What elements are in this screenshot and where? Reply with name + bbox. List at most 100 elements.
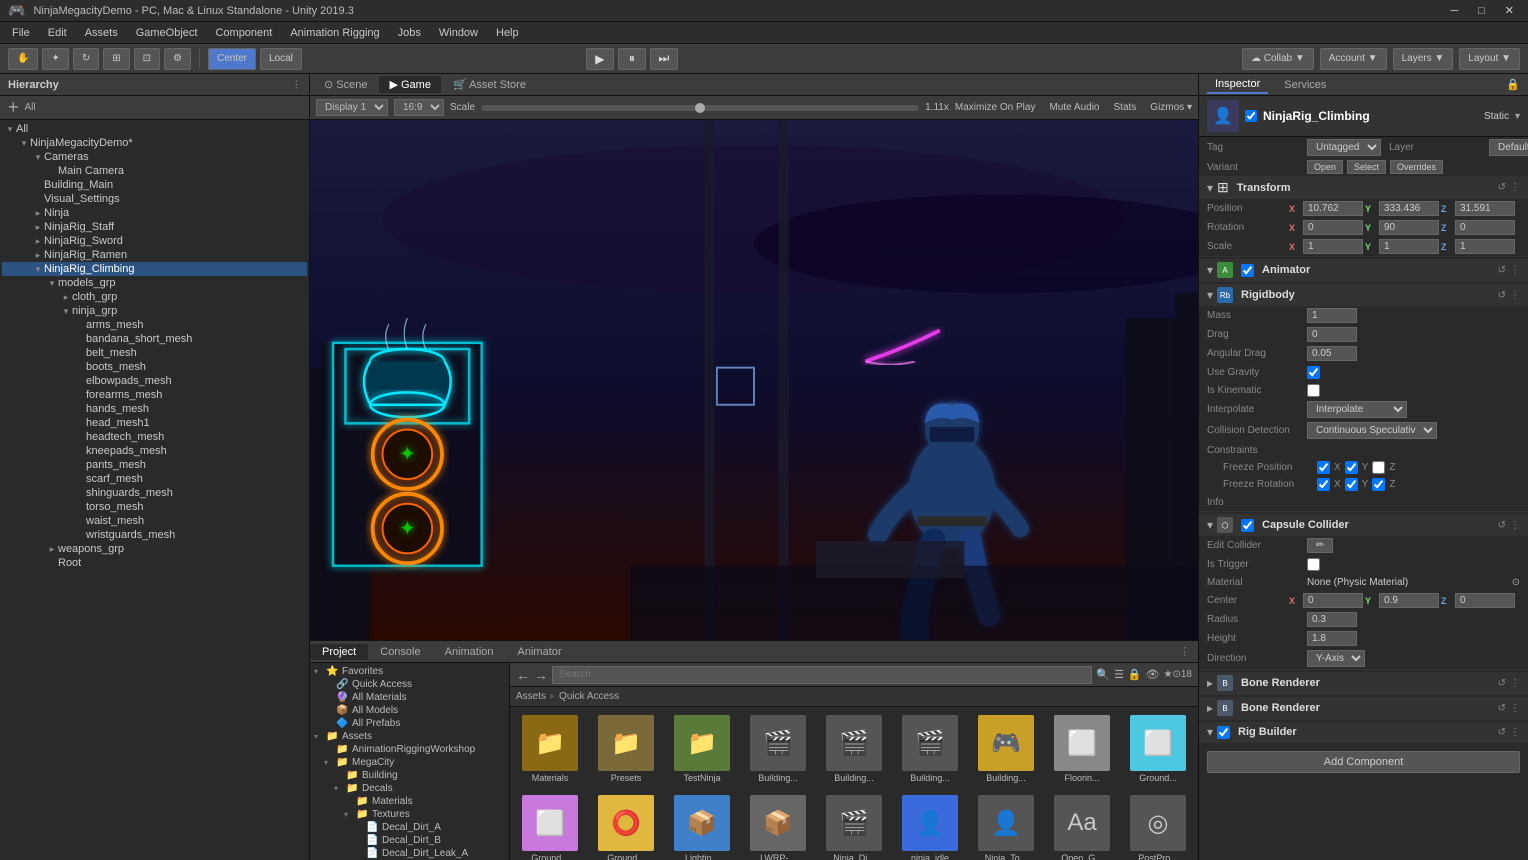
ast-item-Decals[interactable]: ▾📁Decals <box>312 782 507 795</box>
asset-item-15[interactable]: 👤Ninja_To... <box>970 791 1042 860</box>
overrides-btn[interactable]: Overrides <box>1390 160 1443 174</box>
drag-input[interactable] <box>1307 327 1357 342</box>
rb-options-btn[interactable]: ⋮ <box>1510 727 1520 738</box>
tab-console[interactable]: Console <box>368 644 432 660</box>
tree-item-building_main[interactable]: Building_Main <box>2 178 307 192</box>
transform-header[interactable]: ▾ ⊞ Transform ↺ ⋮ <box>1199 176 1528 199</box>
freeze-pos-y[interactable] <box>1345 461 1358 474</box>
lock-btn[interactable]: 🔒 <box>1128 668 1142 681</box>
tab-animation[interactable]: Animation <box>433 644 506 660</box>
tree-item-ninjamegacitydemo[interactable]: ▾NinjaMegacityDemo* <box>2 136 307 150</box>
ast-item-Decal_Dirt_Leak_A[interactable]: 📄Decal_Dirt_Leak_A <box>312 847 507 860</box>
tool-move[interactable]: ✦ <box>42 48 68 70</box>
tree-item-forearms_mesh[interactable]: forearms_mesh <box>2 388 307 402</box>
pause-button[interactable]: ⏸ <box>618 48 646 70</box>
ast-item-Favorites[interactable]: ▾⭐Favorites <box>312 665 507 678</box>
ast-item-Quick_Access[interactable]: 🔗Quick Access <box>312 678 507 691</box>
is-kinematic-check[interactable] <box>1307 384 1320 397</box>
bone-renderer-1-header[interactable]: ▸ B Bone Renderer ↺ ⋮ <box>1199 672 1528 694</box>
asset-item-9[interactable]: ⬜Ground... <box>514 791 586 860</box>
options-btn[interactable]: ★⊙18 <box>1164 669 1192 680</box>
tree-item-waist_mesh[interactable]: waist_mesh <box>2 514 307 528</box>
tab-project[interactable]: Project <box>310 644 368 660</box>
tree-item-scarf_mesh[interactable]: scarf_mesh <box>2 472 307 486</box>
stats-btn[interactable]: Stats <box>1114 102 1137 113</box>
tree-item-shinguards_mesh[interactable]: shinguards_mesh <box>2 486 307 500</box>
add-component-btn[interactable]: Add Component <box>1207 751 1520 773</box>
tag-select[interactable]: Untagged <box>1307 139 1381 156</box>
ast-item-Textures[interactable]: ▾📁Textures <box>312 808 507 821</box>
tree-item-weapons_grp[interactable]: ▸weapons_grp <box>2 542 307 556</box>
mass-input[interactable] <box>1307 308 1357 323</box>
gizmos-btn[interactable]: Gizmos ▾ <box>1150 102 1192 113</box>
obj-active-toggle[interactable] <box>1245 110 1257 122</box>
radius-input[interactable] <box>1307 612 1357 627</box>
ast-item-Decal_Dirt_A[interactable]: 📄Decal_Dirt_A <box>312 821 507 834</box>
scale-x-input[interactable] <box>1303 239 1363 254</box>
tree-item-visual_settings[interactable]: Visual_Settings <box>2 192 307 206</box>
asset-search-input[interactable] <box>552 666 1092 684</box>
layout-btn[interactable]: Layout ▼ <box>1459 48 1520 70</box>
tree-item-ninjarig_climbing[interactable]: ▾NinjaRig_Climbing <box>2 262 307 276</box>
step-button[interactable]: ⏭ <box>650 48 678 70</box>
capsule-edit-btn[interactable]: ↺ <box>1498 520 1506 531</box>
bone-renderer-2-header[interactable]: ▸ B Bone Renderer ↺ ⋮ <box>1199 697 1528 719</box>
capsule-collider-header[interactable]: ▾ ⬡ Capsule Collider ↺ ⋮ <box>1199 514 1528 536</box>
br1-edit-btn[interactable]: ↺ <box>1498 678 1506 689</box>
tree-item-bandana_short_mesh[interactable]: bandana_short_mesh <box>2 332 307 346</box>
pos-y-input[interactable] <box>1379 201 1439 216</box>
tab-game[interactable]: ▶ Game <box>379 76 440 93</box>
hierarchy-menu-btn[interactable]: ⋮ <box>292 79 301 90</box>
animator-header[interactable]: ▾ A Animator ↺ ⋮ <box>1199 259 1528 281</box>
tree-item-head_mesh1[interactable]: head_mesh1 <box>2 416 307 430</box>
freeze-pos-x[interactable] <box>1317 461 1330 474</box>
menu-assets[interactable]: Assets <box>77 25 126 41</box>
material-select-btn[interactable]: ⊙ <box>1512 577 1520 588</box>
direction-select[interactable]: Y-Axis <box>1307 650 1365 667</box>
menu-animation-rigging[interactable]: Animation Rigging <box>282 25 387 41</box>
rot-z-input[interactable] <box>1455 220 1515 235</box>
tab-scene[interactable]: ⊙ Scene <box>314 76 377 93</box>
ast-back-btn[interactable]: ← <box>516 667 530 683</box>
tree-item-ninja_grp[interactable]: ▾ninja_grp <box>2 304 307 318</box>
tool-rect[interactable]: ⊡ <box>134 48 160 70</box>
ast-item-All_Prefabs[interactable]: 🔷All Prefabs <box>312 717 507 730</box>
transform-options-btn[interactable]: ⋮ <box>1510 182 1520 193</box>
rot-x-input[interactable] <box>1303 220 1363 235</box>
rot-y-input[interactable] <box>1379 220 1439 235</box>
is-trigger-check[interactable] <box>1307 558 1320 571</box>
tree-item-torso_mesh[interactable]: torso_mesh <box>2 500 307 514</box>
tree-item-hands_mesh[interactable]: hands_mesh <box>2 402 307 416</box>
breadcrumb-assets[interactable]: Assets <box>516 691 546 702</box>
angular-drag-input[interactable] <box>1307 346 1357 361</box>
asset-item-12[interactable]: 📦LWRP-... <box>742 791 814 860</box>
asset-item-11[interactable]: 📦Lightin... <box>666 791 738 860</box>
rig-builder-header[interactable]: ▾ Rig Builder ↺ ⋮ <box>1199 722 1528 742</box>
asset-item-3[interactable]: 🎬Building... <box>742 711 814 787</box>
rb-edit-btn[interactable]: ↺ <box>1498 727 1506 738</box>
freeze-rot-x[interactable] <box>1317 478 1330 491</box>
menu-help[interactable]: Help <box>488 25 527 41</box>
ast-item-Decal_Dirt_B[interactable]: 📄Decal_Dirt_B <box>312 834 507 847</box>
capsule-enabled[interactable] <box>1241 519 1254 532</box>
menu-file[interactable]: File <box>4 25 38 41</box>
tree-item-all[interactable]: ▾All <box>2 122 307 136</box>
close-btn[interactable]: ✕ <box>1499 4 1520 17</box>
maximize-btn-label[interactable]: Maximize On Play <box>955 102 1036 113</box>
asset-item-1[interactable]: 📁Presets <box>590 711 662 787</box>
filter-btn[interactable]: ☰ <box>1114 668 1124 681</box>
interpolate-select[interactable]: Interpolate <box>1307 401 1407 418</box>
play-button[interactable]: ▶ <box>586 48 614 70</box>
ast-item-Assets[interactable]: ▾📁Assets <box>312 730 507 743</box>
freeze-pos-z[interactable] <box>1372 461 1385 474</box>
asset-item-2[interactable]: 📁TestNinja <box>666 711 738 787</box>
tree-item-cloth_grp[interactable]: ▸cloth_grp <box>2 290 307 304</box>
minimize-btn[interactable]: ─ <box>1444 5 1464 17</box>
hier-add-btn[interactable]: + <box>4 97 23 118</box>
br1-options-btn[interactable]: ⋮ <box>1510 678 1520 689</box>
tree-item-headtech_mesh[interactable]: headtech_mesh <box>2 430 307 444</box>
ast-item-Building[interactable]: 📁Building <box>312 769 507 782</box>
capsule-options-btn[interactable]: ⋮ <box>1510 520 1520 531</box>
ratio-select[interactable]: 16:9 <box>394 99 444 116</box>
tool-transform[interactable]: ⚙ <box>164 48 191 70</box>
